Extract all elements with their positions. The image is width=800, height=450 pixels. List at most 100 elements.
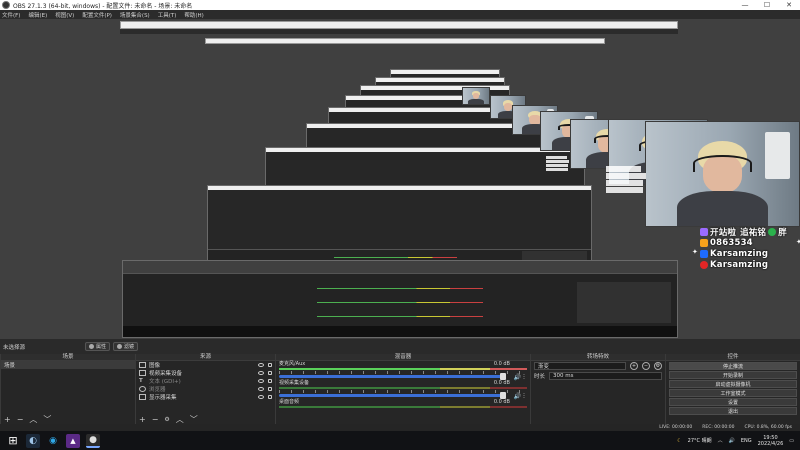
start-recording-button[interactable]: 开始录制	[669, 371, 797, 379]
menu-scene-collection[interactable]: 场景集合(S)	[120, 11, 150, 19]
eye-off-icon[interactable]	[258, 387, 264, 391]
level-meter	[279, 368, 527, 370]
remove-icon[interactable]: −	[642, 362, 650, 370]
settings-button[interactable]: 设置	[669, 398, 797, 406]
overlay-text-2: 0863534	[710, 237, 753, 248]
duration-label: 时长	[534, 374, 546, 380]
lock-icon[interactable]	[268, 371, 272, 375]
channel-db: 0.0 dB	[493, 399, 510, 405]
mixer-channel-video: 视频采集设备 0.0 dB 🔊︙	[276, 380, 530, 400]
add-source-button[interactable]: +	[139, 415, 146, 424]
edge-icon[interactable]: ◉	[46, 434, 60, 448]
social-overlay: 开站啦 追祐铭 胖 0863534 Karsamzing Karsamzing …	[692, 226, 800, 274]
channel-name: 桌面音频	[279, 399, 300, 405]
overlay-text-4: Karsamzing	[710, 259, 769, 270]
properties-button[interactable]: 属性	[85, 342, 111, 351]
remove-source-button[interactable]: −	[152, 415, 159, 424]
scenes-title: 场景	[1, 354, 135, 361]
sparkle-icon: ✦	[692, 248, 698, 256]
move-up-icon[interactable]: ︿	[176, 414, 184, 425]
eye-icon[interactable]	[258, 371, 264, 375]
scene-item[interactable]: 场景	[1, 361, 135, 369]
duration-input[interactable]: 300 ms	[549, 372, 662, 380]
move-down-icon[interactable]: ﹀	[190, 414, 198, 425]
wegame-icon[interactable]: ▲	[66, 433, 80, 448]
sources-dock: 来源 图像 视频采集设备 T 文本 (GDI+) 浏览器 显示器采集 + − ⚙…	[135, 354, 275, 424]
settings-icon[interactable]: ⚙	[164, 416, 169, 423]
lock-icon[interactable]	[268, 379, 272, 383]
menu-tools[interactable]: 工具(T)	[158, 11, 177, 19]
eye-off-icon[interactable]	[258, 379, 264, 383]
monitor-icon	[139, 394, 146, 400]
remove-scene-button[interactable]: −	[17, 415, 24, 424]
windows-taskbar: ⊞ ◐ ◉ ▲ ● ☾ 27°C 晴朗 ︿ 🔊 ENG 19:50 2022/4…	[0, 431, 800, 450]
transition-select[interactable]: 渐变	[534, 362, 626, 370]
move-up-icon[interactable]: ︿	[29, 414, 37, 425]
meter-ticks	[279, 390, 527, 393]
controls-dock: 控件 停止推流 开始录制 启动虚拟摄像机 工作室模式 设置 退出	[665, 354, 800, 424]
add-icon[interactable]: +	[630, 362, 638, 370]
overlay-row-1: 开站啦 追祐铭 胖	[700, 226, 800, 238]
overlay-row-4: Karsamzing	[700, 259, 800, 270]
eye-icon[interactable]	[258, 395, 264, 399]
filters-label: 滤镜	[124, 344, 135, 350]
maximize-button[interactable]: ☐	[756, 0, 778, 10]
eye-icon[interactable]	[258, 363, 264, 367]
volume-slider[interactable]	[279, 373, 506, 380]
steam-icon[interactable]: ◐	[26, 433, 40, 448]
channel-db: 0.0 dB	[493, 380, 510, 386]
source-item-video-capture[interactable]: 视频采集设备	[136, 369, 275, 377]
volume-slider[interactable]	[279, 392, 506, 399]
volume-icon[interactable]: 🔊	[729, 438, 735, 444]
menu-profile[interactable]: 配置文件(P)	[82, 11, 112, 19]
move-down-icon[interactable]: ﹀	[43, 414, 51, 425]
source-label: 图像	[149, 363, 161, 369]
gear-icon	[89, 344, 95, 349]
recursive-window-1	[122, 260, 678, 338]
recursive-window-top	[120, 21, 678, 29]
menu-file[interactable]: 文件(F)	[2, 11, 20, 19]
image-icon	[139, 362, 146, 368]
filters-button[interactable]: 滤镜	[113, 342, 139, 351]
menu-edit[interactable]: 编辑(E)	[28, 11, 47, 19]
lock-icon[interactable]	[268, 395, 272, 399]
slider-handle[interactable]	[500, 392, 506, 399]
source-item-display[interactable]: 显示器采集	[136, 393, 275, 401]
windows-start-icon[interactable]: ⊞	[6, 434, 20, 448]
lang-indicator[interactable]: ENG	[741, 438, 752, 444]
stop-streaming-button[interactable]: 停止推流	[669, 362, 797, 370]
preview-canvas[interactable]: 开站啦 追祐铭 胖 0863534 Karsamzing Karsamzing …	[0, 19, 800, 339]
weather-text[interactable]: 27°C 晴朗	[688, 437, 712, 444]
mixer-title: 混音器	[276, 354, 530, 361]
exit-button[interactable]: 退出	[669, 407, 797, 415]
tray-chevron-icon[interactable]: ︿	[718, 437, 723, 444]
scenes-dock: 场景 场景 + − ︿ ﹀	[0, 354, 135, 424]
camera-icon	[139, 370, 146, 376]
gear-icon[interactable]: ⚙	[654, 362, 662, 370]
lock-icon[interactable]	[268, 363, 272, 367]
menu-view[interactable]: 视图(V)	[55, 11, 74, 19]
sources-title: 来源	[136, 354, 275, 361]
studio-mode-button[interactable]: 工作室模式	[669, 389, 797, 397]
channel-db: 0.0 dB	[493, 361, 510, 367]
obs-taskbar-icon[interactable]: ●	[86, 433, 100, 448]
weather-icon: ☾	[677, 437, 682, 444]
overlay-tag-2: 胖	[778, 227, 787, 238]
virtual-camera-button[interactable]: 启动虚拟摄像机	[669, 380, 797, 388]
notification-icon[interactable]: ▭	[789, 438, 794, 444]
source-item-text[interactable]: T 文本 (GDI+)	[136, 377, 275, 385]
meter-ticks	[279, 371, 527, 374]
webcam-main	[645, 121, 800, 227]
add-scene-button[interactable]: +	[4, 415, 11, 424]
menu-help[interactable]: 帮助(H)	[184, 11, 203, 19]
recursive-window-inner-top	[205, 38, 605, 44]
close-button[interactable]: ✕	[778, 0, 800, 10]
clock[interactable]: 19:50 2022/4/26	[758, 435, 784, 447]
filter-icon	[117, 344, 123, 349]
source-item-image[interactable]: 图像	[136, 361, 275, 369]
minimize-button[interactable]: —	[734, 0, 756, 10]
source-item-browser[interactable]: 浏览器	[136, 385, 275, 393]
system-tray: ☾ 27°C 晴朗 ︿ 🔊 ENG 19:50 2022/4/26 ▭	[677, 435, 800, 447]
lock-icon[interactable]	[268, 387, 272, 391]
slider-handle[interactable]	[500, 373, 506, 380]
